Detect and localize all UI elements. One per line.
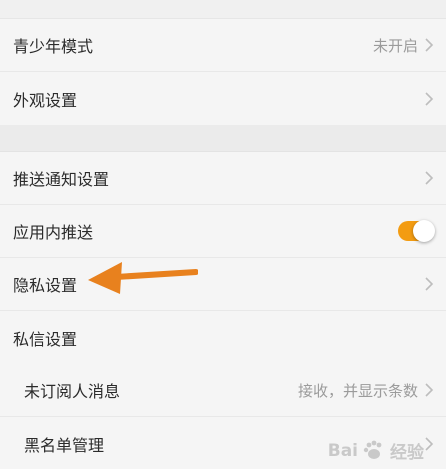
chevron-right-icon — [425, 91, 434, 106]
appearance-label: 外观设置 — [13, 90, 78, 110]
settings-screen: 青少年模式 未开启 外观设置 推送通知设置 应用内推送 隐私设置 私信设置 未订… — [0, 0, 446, 469]
in-app-push-toggle[interactable] — [398, 220, 435, 242]
chevron-right-icon — [425, 436, 434, 451]
watermark-brand: Bai — [327, 440, 358, 461]
chevron-right-icon — [425, 38, 434, 52]
baidu-paw-icon — [363, 440, 382, 459]
toggle-knob — [413, 220, 435, 242]
in-app-push-label: 应用内推送 — [13, 223, 94, 242]
top-strip — [0, 0, 446, 19]
in-app-push-row: 应用内推送 — [0, 205, 446, 258]
annotation-arrow-icon — [88, 262, 198, 294]
teen-mode-label: 青少年模式 — [13, 37, 94, 56]
appearance-row[interactable]: 外观设置 — [0, 72, 446, 125]
chevron-right-icon — [425, 277, 434, 291]
chevron-right-icon — [425, 171, 434, 185]
push-settings-row[interactable]: 推送通知设置 — [0, 152, 446, 205]
teen-mode-row[interactable]: 青少年模式 未开启 — [0, 19, 446, 72]
unsubscribed-messages-row[interactable]: 未订阅人消息 接收，并显示条数 — [0, 364, 446, 417]
push-settings-label: 推送通知设置 — [13, 170, 110, 189]
dm-settings-row: 私信设置 — [0, 311, 446, 364]
unsubscribed-messages-value: 接收，并显示条数 — [297, 381, 418, 400]
baidu-watermark: Bai 经验 — [328, 438, 424, 463]
watermark-suffix: 经验 — [390, 443, 424, 463]
privacy-settings-row[interactable]: 隐私设置 — [0, 258, 446, 311]
privacy-settings-label: 隐私设置 — [13, 276, 78, 295]
unsubscribed-messages-label: 未订阅人消息 — [24, 382, 121, 401]
teen-mode-value: 未开启 — [372, 36, 418, 55]
chevron-right-icon — [425, 383, 434, 397]
dm-settings-label: 私信设置 — [13, 329, 78, 349]
section-divider — [0, 125, 446, 152]
